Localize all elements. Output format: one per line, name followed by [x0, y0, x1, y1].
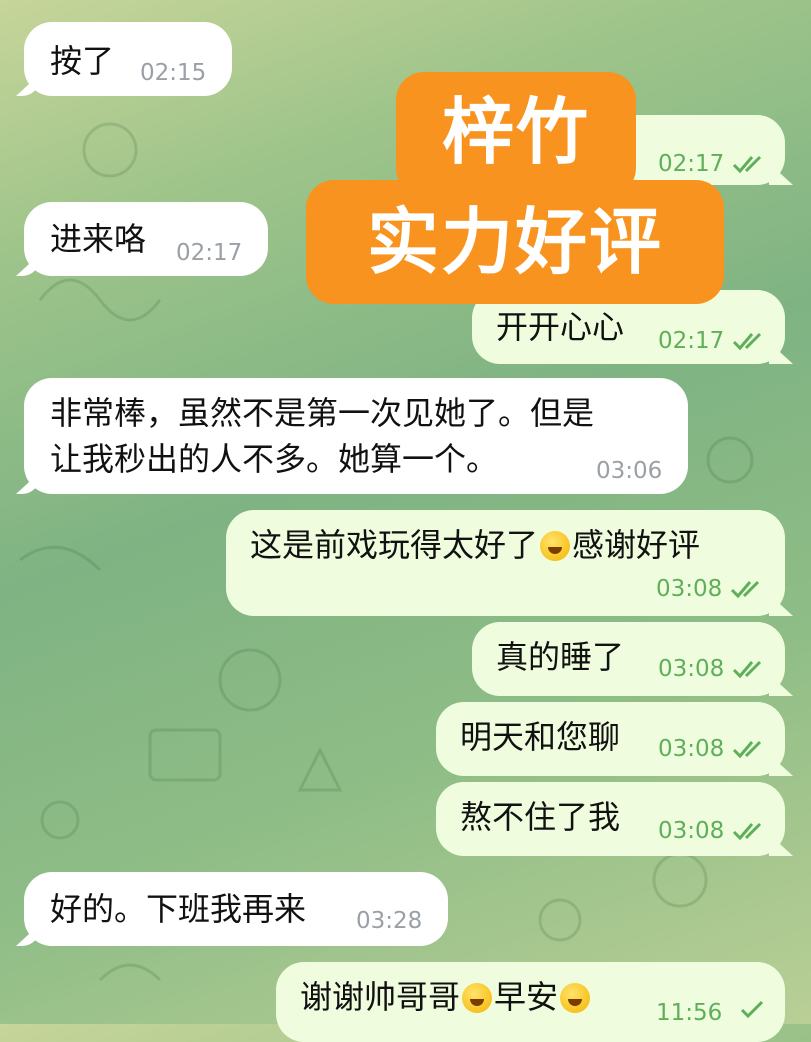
- outgoing-message[interactable]: 这是前戏玩得太好了 感谢好评 03:08: [226, 510, 793, 616]
- message-text-part: 谢谢帅哥哥: [300, 978, 461, 1016]
- message-time: 03:28: [356, 908, 423, 934]
- message-text-part: 这是前戏玩得太好了: [250, 526, 539, 564]
- message-text: 好的。下班我再来: [50, 890, 307, 928]
- message-time: 02:17: [658, 328, 725, 354]
- message-time: 03:06: [596, 458, 663, 484]
- incoming-message[interactable]: 进来咯 02:17: [16, 202, 268, 276]
- message-text: 进来咯: [50, 220, 147, 258]
- message-text-part: 感谢好评: [572, 526, 701, 564]
- outgoing-message[interactable]: 明天和您聊 03:08: [436, 702, 793, 776]
- read-double-check-icon: [732, 822, 762, 841]
- outgoing-message[interactable]: 谢谢帅哥哥 早安 11:56: [276, 962, 785, 1042]
- outgoing-message[interactable]: 熬不住了我 03:08: [436, 782, 793, 856]
- message-time: 03:08: [658, 656, 725, 682]
- review-overlay-title: 梓竹: [396, 72, 636, 196]
- message-text: 谢谢帅哥哥 早安: [300, 976, 592, 1018]
- message-text: 明天和您聊: [460, 718, 621, 756]
- read-double-check-icon: [732, 740, 762, 759]
- outgoing-message[interactable]: 真的睡了 03:08: [472, 622, 793, 696]
- incoming-message[interactable]: 按了 02:15: [16, 22, 232, 96]
- review-overlay-subtitle: 实力好评: [306, 180, 724, 304]
- read-double-check-icon: [732, 155, 762, 174]
- laughing-tears-emoji-icon: [540, 531, 571, 561]
- message-time: 03:08: [658, 736, 725, 762]
- message-text-line2: 让我秒出的人不多。她算一个。: [50, 440, 499, 478]
- overlay-line2: 实力好评: [366, 200, 663, 284]
- message-time: 02:17: [658, 151, 725, 177]
- message-time: 11:56: [656, 1000, 723, 1026]
- read-double-check-icon: [732, 660, 762, 679]
- message-text: 这是前戏玩得太好了 感谢好评: [250, 524, 700, 566]
- message-time: 02:15: [140, 60, 207, 86]
- sent-check-icon: [740, 1000, 764, 1019]
- message-time: 03:08: [656, 576, 723, 602]
- message-text: 真的睡了: [496, 638, 625, 676]
- message-text-part: 早安: [494, 978, 559, 1016]
- message-text: 开开心心: [496, 308, 625, 346]
- read-double-check-icon: [732, 332, 762, 351]
- kissing-heart-emoji-icon: [560, 983, 591, 1013]
- grinning-emoji-icon: [462, 983, 493, 1013]
- message-time: 02:17: [176, 240, 243, 266]
- message-text-line1: 非常棒，虽然不是第一次见她了。但是: [50, 394, 595, 432]
- incoming-message[interactable]: 好的。下班我再来 03:28: [16, 872, 448, 946]
- message-time: 03:08: [658, 818, 725, 844]
- overlay-line1: 梓竹: [441, 90, 590, 174]
- message-text: 按了: [50, 42, 115, 80]
- message-text: 熬不住了我: [460, 798, 621, 836]
- incoming-message[interactable]: 非常棒，虽然不是第一次见她了。但是 让我秒出的人不多。她算一个。 03:06: [16, 378, 688, 494]
- read-double-check-icon: [730, 580, 760, 599]
